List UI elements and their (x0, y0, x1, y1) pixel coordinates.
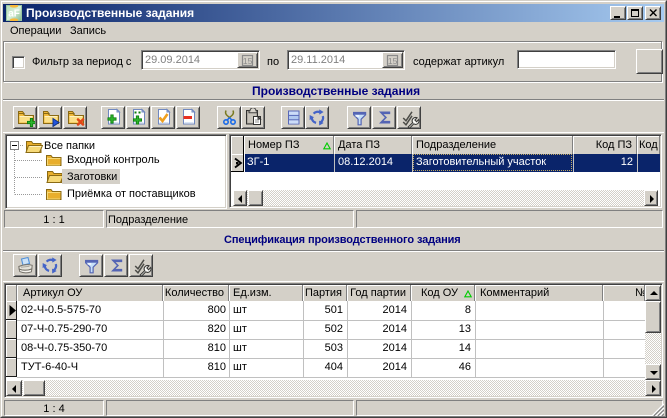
svg-text:aF: aF (8, 8, 20, 19)
svg-text:15: 15 (388, 56, 398, 66)
svg-text:15: 15 (243, 56, 253, 66)
